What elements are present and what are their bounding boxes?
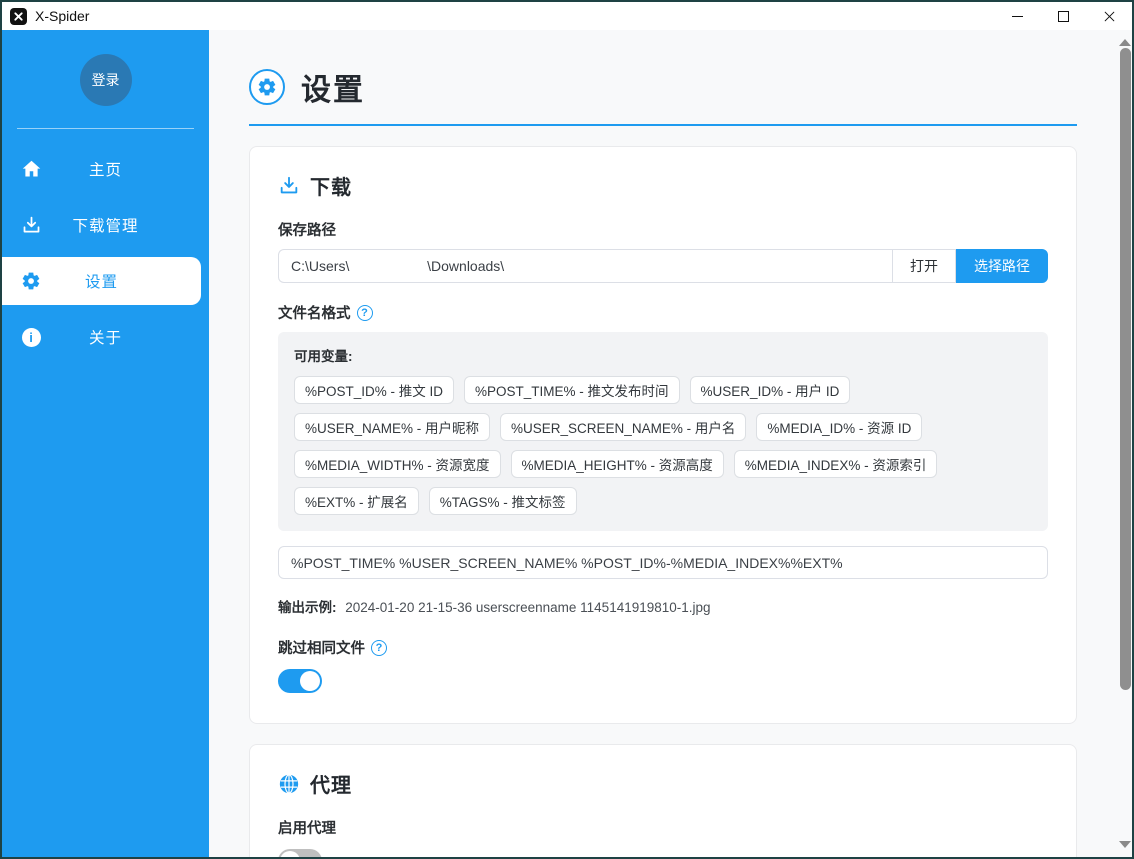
open-path-button[interactable]: 打开 xyxy=(892,249,956,283)
login-avatar-button[interactable]: 登录 xyxy=(80,54,132,106)
variable-chip: %POST_TIME% - 推文发布时间 xyxy=(464,376,680,404)
minimize-button[interactable] xyxy=(994,2,1040,30)
available-variables-label: 可用变量: xyxy=(294,345,1032,365)
close-button[interactable] xyxy=(1086,2,1132,30)
variable-chip: %EXT% - 扩展名 xyxy=(294,487,419,515)
question-icon[interactable]: ? xyxy=(357,305,373,321)
variable-chip: %MEDIA_ID% - 资源 ID xyxy=(756,413,922,441)
toggle-knob xyxy=(280,851,300,857)
choose-path-button[interactable]: 选择路径 xyxy=(956,249,1048,283)
toggle-knob xyxy=(300,671,320,691)
variable-chip-list: %POST_ID% - 推文 ID %POST_TIME% - 推文发布时间 %… xyxy=(294,376,1032,515)
sidebar-item-home[interactable]: 主页 xyxy=(2,141,209,197)
gear-icon xyxy=(20,270,42,292)
proxy-section-title: 代理 xyxy=(278,769,1048,798)
app-window: X-Spider 登录 主页 xyxy=(0,0,1134,859)
available-variables-panel: 可用变量: %POST_ID% - 推文 ID %POST_TIME% - 推文… xyxy=(278,332,1048,531)
page-header: 设置 xyxy=(249,65,1077,109)
variable-chip: %USER_ID% - 用户 ID xyxy=(690,376,851,404)
question-icon[interactable]: ? xyxy=(371,640,387,656)
variable-chip: %MEDIA_INDEX% - 资源索引 xyxy=(734,450,938,478)
variable-chip: %MEDIA_WIDTH% - 资源宽度 xyxy=(294,450,501,478)
sidebar-divider xyxy=(17,128,194,129)
sidebar-nav: 主页 下载管理 设置 i xyxy=(2,141,209,365)
variable-chip: %POST_ID% - 推文 ID xyxy=(294,376,454,404)
variable-chip: %MEDIA_HEIGHT% - 资源高度 xyxy=(511,450,724,478)
app-logo-icon xyxy=(10,8,27,25)
main-panel: 设置 下载 保存路径 打开 选择路径 xyxy=(209,30,1132,857)
download-settings-card: 下载 保存路径 打开 选择路径 文件名格式 ? xyxy=(249,146,1077,724)
variable-chip: %TAGS% - 推文标签 xyxy=(429,487,577,515)
save-path-input[interactable] xyxy=(278,249,892,283)
page-title: 设置 xyxy=(301,65,365,109)
home-icon xyxy=(20,158,42,180)
proxy-settings-card: 代理 启用代理 代理地址 xyxy=(249,744,1077,857)
minimize-icon xyxy=(1012,16,1023,17)
gear-icon xyxy=(249,69,285,105)
sidebar-item-about[interactable]: i 关于 xyxy=(2,309,209,365)
download-icon xyxy=(20,214,42,236)
maximize-button[interactable] xyxy=(1040,2,1086,30)
save-path-label: 保存路径 xyxy=(278,219,1048,240)
download-section-title: 下载 xyxy=(278,171,1048,200)
enable-proxy-label: 启用代理 xyxy=(278,817,1048,838)
variable-chip: %USER_SCREEN_NAME% - 用户名 xyxy=(500,413,746,441)
output-example: 输出示例: 2024-01-20 21-15-36 userscreenname… xyxy=(278,596,1048,616)
variable-chip: %USER_NAME% - 用户昵称 xyxy=(294,413,490,441)
filename-format-label: 文件名格式 ? xyxy=(278,302,1048,323)
maximize-icon xyxy=(1058,11,1069,22)
scrollbar-thumb[interactable] xyxy=(1120,48,1131,690)
enable-proxy-toggle[interactable] xyxy=(278,849,322,857)
skip-same-file-toggle[interactable] xyxy=(278,669,322,693)
sidebar-item-settings[interactable]: 设置 xyxy=(2,257,201,305)
skip-same-file-label: 跳过相同文件 ? xyxy=(278,637,1048,658)
sidebar-item-download-manager[interactable]: 下载管理 xyxy=(2,197,209,253)
save-path-group: 打开 选择路径 xyxy=(278,249,1048,283)
scroll-down-icon[interactable] xyxy=(1119,841,1131,848)
titlebar: X-Spider xyxy=(2,2,1132,30)
header-divider xyxy=(249,124,1077,126)
download-icon xyxy=(278,175,300,197)
scrollbar[interactable] xyxy=(1118,30,1132,857)
sidebar: 登录 主页 下载管理 xyxy=(2,30,209,857)
close-icon xyxy=(1103,10,1116,23)
info-icon: i xyxy=(20,326,42,348)
filename-format-input[interactable] xyxy=(278,546,1048,579)
window-title: X-Spider xyxy=(35,8,89,24)
globe-icon xyxy=(278,773,300,795)
scroll-up-icon[interactable] xyxy=(1119,39,1131,46)
